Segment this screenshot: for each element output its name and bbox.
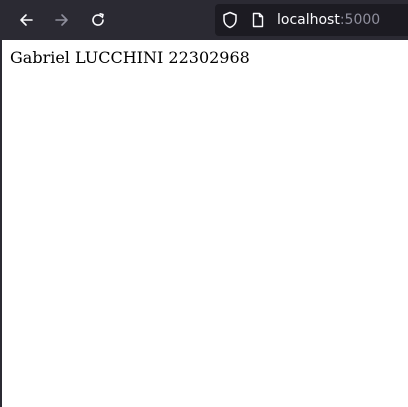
arrow-right-icon <box>55 14 68 26</box>
forward-button[interactable] <box>49 7 75 33</box>
browser-toolbar: localhost:5000 <box>0 0 408 40</box>
page-content: Gabriel LUCCHINI 22302968 <box>0 40 408 407</box>
url-host: localhost <box>277 12 340 28</box>
url-port: :5000 <box>339 12 381 28</box>
back-button[interactable] <box>13 7 39 33</box>
address-bar[interactable]: localhost:5000 <box>215 4 408 36</box>
arrow-left-icon <box>20 14 33 26</box>
url-text[interactable]: localhost:5000 <box>277 11 380 29</box>
page-text: Gabriel LUCCHINI 22302968 <box>10 48 250 67</box>
shield-icon[interactable] <box>221 11 239 29</box>
page-icon[interactable] <box>250 12 266 28</box>
reload-icon <box>92 13 104 26</box>
reload-button[interactable] <box>85 7 111 33</box>
